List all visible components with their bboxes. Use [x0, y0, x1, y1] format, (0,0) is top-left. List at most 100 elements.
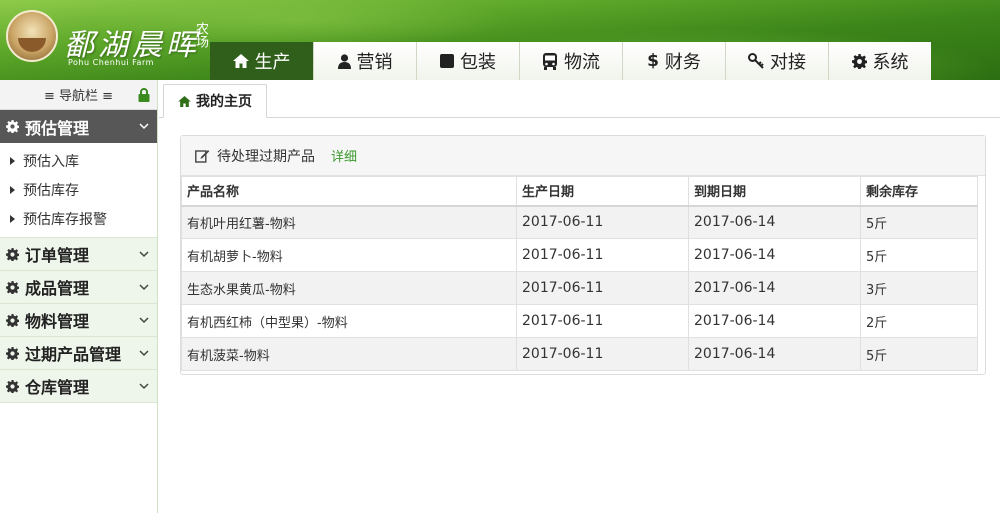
topnav-label: 生产 [254, 52, 291, 73]
caret-right-icon [10, 214, 15, 223]
square-icon [440, 54, 454, 68]
sidebar-group-label: 订单管理 [25, 246, 90, 265]
chevron-down-icon [139, 251, 149, 258]
sidebar-group-orders[interactable]: 订单管理 [0, 238, 157, 271]
cell-product-name: 有机菠菜-物料 [181, 337, 517, 371]
topnav-marketing[interactable]: 营销 [313, 42, 416, 80]
cell-remaining-stock: 5斤 [860, 238, 978, 272]
topnav-label: 物流 [564, 52, 600, 73]
dollar-icon: $ [647, 51, 659, 71]
cell-product-name: 生态水果黄瓜-物料 [181, 271, 517, 305]
gear-icon [6, 346, 19, 360]
table-row[interactable]: 有机西红柿（中型果）-物料 2017-06-11 2017-06-14 2斤 [181, 304, 978, 338]
panel-title: 待处理过期产品 [217, 148, 315, 165]
table-row[interactable]: 有机胡萝卜-物料 2017-06-11 2017-06-14 5斤 [181, 238, 978, 272]
tab-bar: 我的主页 [159, 80, 1000, 118]
topnav-production[interactable]: 生产 [210, 42, 313, 80]
cell-expiry-date: 2017-06-14 [688, 337, 861, 371]
table-header-row: 产品名称 生产日期 到期日期 剩余库存 [181, 176, 978, 207]
column-header: 剩余库存 [860, 176, 978, 207]
gear-icon [6, 379, 19, 393]
gear-icon [6, 247, 19, 261]
sidebar-group-label: 过期产品管理 [25, 345, 122, 364]
column-header: 到期日期 [688, 176, 861, 207]
edit-icon [195, 149, 210, 163]
cell-remaining-stock: 3斤 [860, 271, 978, 305]
logo-subtitle: Pohu Chenhui Farm [68, 58, 154, 67]
sidebar-group-label: 物料管理 [25, 312, 90, 331]
home-icon [178, 95, 191, 107]
cell-remaining-stock: 5斤 [860, 205, 978, 239]
expired-products-table: 产品名称 生产日期 到期日期 剩余库存 有机叶用红薯-物料 2017-06-11… [181, 176, 978, 371]
cell-expiry-date: 2017-06-14 [688, 238, 861, 272]
sidebar-item-estimate-alert[interactable]: 预估库存报警 [0, 204, 157, 233]
topnav-integration[interactable]: 对接 [725, 42, 828, 80]
gear-icon [851, 53, 867, 69]
sidebar-group-materials[interactable]: 物料管理 [0, 304, 157, 337]
sidebar-group-label: 仓库管理 [25, 378, 90, 397]
cell-remaining-stock: 5斤 [860, 337, 978, 371]
tab-label: 我的主页 [196, 94, 252, 110]
gear-icon [6, 313, 19, 327]
chevron-down-icon [139, 284, 149, 291]
chevron-down-icon [139, 383, 149, 390]
cell-production-date: 2017-06-11 [516, 337, 689, 371]
tab-my-home[interactable]: 我的主页 [163, 84, 267, 118]
chevron-down-icon [139, 123, 149, 130]
topnav-label: 系统 [872, 52, 909, 73]
panel-header: 待处理过期产品 详细 [181, 136, 985, 176]
table-row[interactable]: 有机叶用红薯-物料 2017-06-11 2017-06-14 5斤 [181, 205, 978, 239]
gear-icon [6, 280, 19, 294]
logo-side-text: 农场 [193, 22, 208, 48]
sidebar-group-expired[interactable]: 过期产品管理 [0, 337, 157, 370]
lock-icon[interactable] [138, 88, 150, 102]
sidebar-group-estimate[interactable]: 预估管理 [0, 110, 157, 143]
table-row[interactable]: 有机菠菜-物料 2017-06-11 2017-06-14 5斤 [181, 337, 978, 371]
top-navigation: 生产 营销 包装 物流 $ 财务 对接 系统 [210, 42, 931, 80]
topnav-label: 财务 [664, 52, 701, 73]
sidebar-submenu-estimate: 预估入库 预估库存 预估库存报警 [0, 143, 157, 238]
cell-expiry-date: 2017-06-14 [688, 304, 861, 338]
cell-expiry-date: 2017-06-14 [688, 271, 861, 305]
sidebar-item-label: 预估库存报警 [23, 211, 107, 228]
sidebar-group-label: 预估管理 [25, 118, 90, 138]
cell-product-name: 有机西红柿（中型果）-物料 [181, 304, 517, 338]
farm-emblem-icon [6, 10, 58, 62]
table-row[interactable]: 生态水果黄瓜-物料 2017-06-11 2017-06-14 3斤 [181, 271, 978, 305]
topnav-logistics[interactable]: 物流 [519, 42, 622, 80]
cell-remaining-stock: 2斤 [860, 304, 978, 338]
column-header: 产品名称 [181, 176, 517, 207]
key-icon [748, 53, 764, 69]
topnav-label: 营销 [356, 52, 393, 73]
expired-products-panel: 待处理过期产品 详细 产品名称 生产日期 到期日期 剩余库存 有机叶用红薯-物料… [180, 135, 986, 375]
header-banner: 鄱湖晨晖 农场 Pohu Chenhui Farm 生产 营销 包装 物流 $ … [0, 0, 1000, 80]
user-icon [337, 53, 351, 69]
sidebar-item-label: 预估入库 [23, 153, 79, 170]
chevron-down-icon [139, 317, 149, 324]
cell-production-date: 2017-06-11 [516, 271, 689, 305]
detail-link[interactable]: 详细 [331, 146, 357, 165]
topnav-finance[interactable]: $ 财务 [622, 42, 725, 80]
caret-right-icon [10, 156, 15, 165]
chevron-down-icon [139, 350, 149, 357]
sidebar-group-label: 成品管理 [25, 279, 90, 298]
sidebar-item-estimate-inbound[interactable]: 预估入库 [0, 146, 157, 175]
sidebar-title: ≡ 导航栏 ≡ [43, 89, 114, 104]
caret-right-icon [10, 185, 15, 194]
topnav-packaging[interactable]: 包装 [416, 42, 519, 80]
sidebar-item-estimate-stock[interactable]: 预估库存 [0, 175, 157, 204]
sidebar: ≡ 导航栏 ≡ 预估管理 预估入库 预估库存 预估库存报警 订单管理 成品管理 … [0, 80, 158, 513]
farm-logo[interactable]: 鄱湖晨晖 农场 Pohu Chenhui Farm [4, 6, 214, 72]
cell-production-date: 2017-06-11 [516, 238, 689, 272]
home-icon [232, 54, 249, 68]
topnav-system[interactable]: 系统 [828, 42, 931, 80]
topnav-label: 对接 [770, 52, 806, 73]
column-header: 生产日期 [516, 176, 689, 207]
sidebar-group-products[interactable]: 成品管理 [0, 271, 157, 304]
cell-expiry-date: 2017-06-14 [688, 205, 861, 239]
cell-production-date: 2017-06-11 [516, 304, 689, 338]
cell-production-date: 2017-06-11 [516, 205, 689, 239]
bus-icon [543, 52, 557, 70]
sidebar-group-warehouse[interactable]: 仓库管理 [0, 370, 157, 403]
gear-icon [6, 120, 19, 133]
